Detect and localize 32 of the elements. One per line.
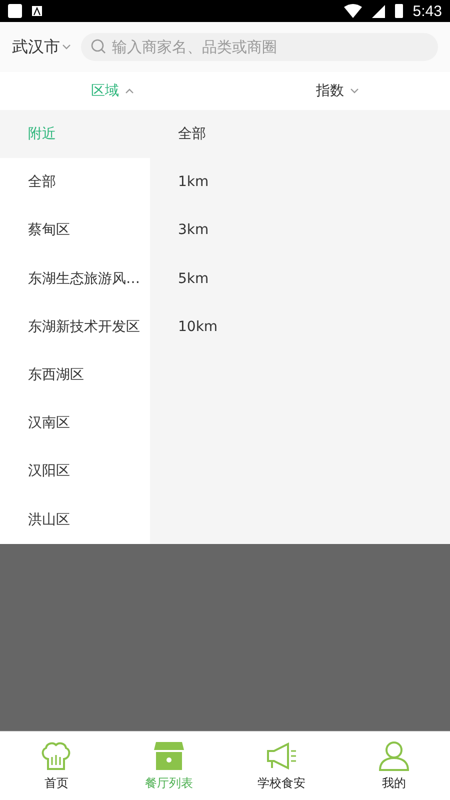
district-item[interactable]: 东西湖区 [0, 350, 150, 400]
distance-item[interactable]: 3km [150, 206, 450, 255]
nav-tab[interactable]: 首页 [0, 732, 112, 800]
distance-item[interactable]: 全部 [150, 110, 450, 158]
nav-tab[interactable]: 学校食安 [225, 732, 338, 800]
filter-tab[interactable]: 指数 [225, 72, 450, 110]
district-item[interactable]: 洪山区 [0, 496, 150, 544]
district-item[interactable]: 东湖新技术开发区 [0, 302, 150, 351]
app-icon [8, 4, 22, 18]
notification-icon [32, 6, 42, 16]
store-icon [152, 740, 185, 770]
distance-item[interactable]: 10km [150, 302, 450, 351]
megaphone-icon [264, 740, 298, 770]
caret-icon [62, 44, 71, 50]
district-item[interactable]: 汉阳区 [0, 447, 150, 496]
battery-icon [394, 4, 403, 18]
district-item[interactable]: 汉南区 [0, 399, 150, 448]
distance-item[interactable]: 5km [150, 254, 450, 303]
wifi-icon [344, 4, 362, 18]
signal-icon [372, 4, 385, 18]
clock-time: 5:43 [412, 2, 442, 20]
distance-item[interactable]: 1km [150, 158, 450, 206]
person-icon [376, 740, 411, 770]
district-item[interactable]: 蔡甸区 [0, 206, 150, 255]
search-icon [91, 39, 106, 54]
city-selector[interactable]: 武汉市 [12, 36, 71, 58]
district-item[interactable]: 全部 [0, 158, 150, 206]
search-field[interactable]: 输入商家名、品类或商圈 [81, 33, 438, 61]
caret-icon [350, 88, 359, 94]
caret-icon [125, 88, 134, 94]
nav-tab[interactable]: 我的 [338, 732, 450, 800]
district-item[interactable]: 东湖生态旅游风… [0, 254, 150, 303]
